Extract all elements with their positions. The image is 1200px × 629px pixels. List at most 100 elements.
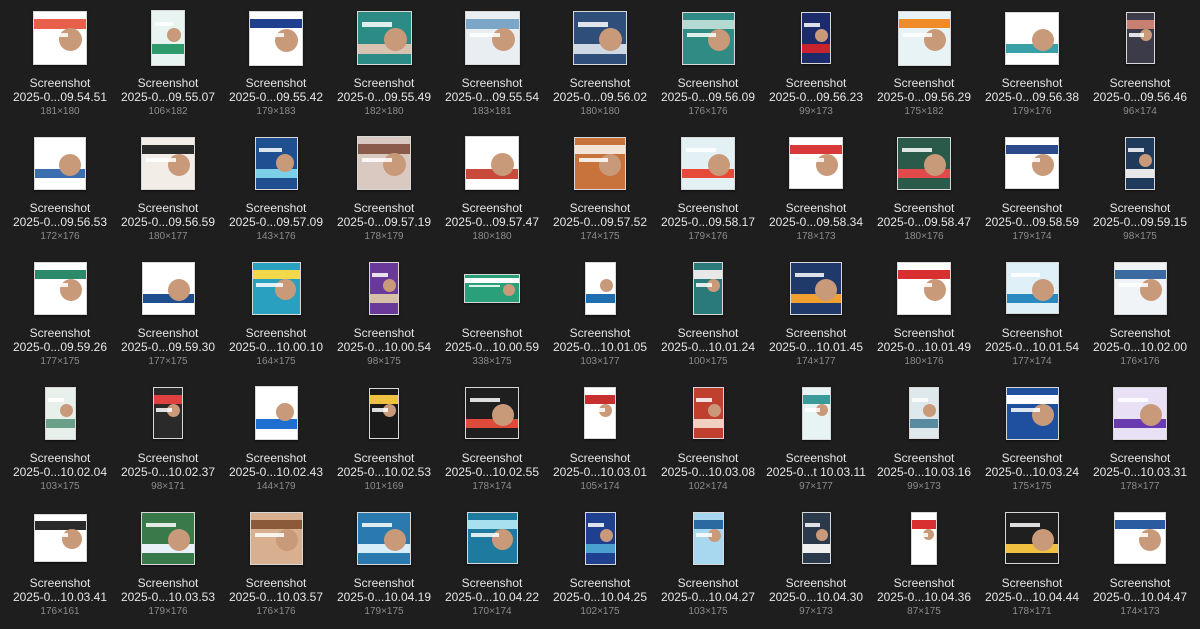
file-item[interactable]: Screenshot 2025-0...10.03.16 99×173 [870,379,978,504]
file-item[interactable]: Screenshot 2025-0...10.02.55 178×174 [438,379,546,504]
image-thumbnail[interactable] [681,11,735,65]
file-item[interactable]: Screenshot 2025-0...09.57.09 143×176 [222,129,330,254]
file-item[interactable]: Screenshot 2025-0...09.58.34 178×173 [762,129,870,254]
file-item[interactable]: Screenshot 2025-0...09.57.52 174×175 [546,129,654,254]
file-item[interactable]: Screenshot 2025-0...10.02.43 144×179 [222,379,330,504]
image-thumbnail[interactable] [369,387,399,439]
image-thumbnail[interactable] [801,386,831,440]
image-thumbnail[interactable] [574,136,626,190]
file-item[interactable]: Screenshot 2025-0...10.01.05 103×177 [546,254,654,379]
file-item[interactable]: Screenshot 2025-0...09.56.09 176×176 [654,4,762,129]
file-item[interactable]: Screenshot 2025-0...10.03.53 179×176 [114,504,222,629]
image-thumbnail[interactable] [464,11,520,65]
file-item[interactable]: Screenshot 2025-0...09.56.53 172×176 [6,129,114,254]
image-thumbnail[interactable] [1113,261,1167,315]
image-thumbnail[interactable] [465,136,519,190]
file-item[interactable]: Screenshot 2025-0...10.02.53 101×169 [330,379,438,504]
file-item[interactable]: Screenshot 2025-0...09.56.46 96×174 [1086,4,1194,129]
image-thumbnail[interactable] [897,261,951,315]
file-item[interactable]: Screenshot 2025-0...09.55.07 106×182 [114,4,222,129]
image-thumbnail[interactable] [33,11,87,65]
image-thumbnail[interactable] [254,386,298,440]
image-thumbnail[interactable] [801,12,831,64]
image-thumbnail[interactable] [1005,512,1059,564]
file-item[interactable]: Screenshot 2025-0...10.04.44 178×171 [978,504,1086,629]
file-item[interactable]: Screenshot 2025-0...09.56.59 180×177 [114,129,222,254]
file-item[interactable]: Screenshot 2025-0...09.55.42 179×183 [222,4,330,129]
image-thumbnail[interactable] [357,136,411,190]
file-item[interactable]: Screenshot 2025-0...09.57.47 180×180 [438,129,546,254]
image-thumbnail[interactable] [251,261,301,315]
image-thumbnail[interactable] [34,136,86,190]
image-thumbnail[interactable] [790,261,842,315]
file-item[interactable]: Screenshot 2025-0...09.57.19 178×179 [330,129,438,254]
file-item[interactable]: Screenshot 2025-0...10.04.36 87×175 [870,504,978,629]
file-item[interactable]: Screenshot 2025-0...10.04.22 170×174 [438,504,546,629]
file-item[interactable]: Screenshot 2025-0...10.01.54 177×174 [978,254,1086,379]
image-thumbnail[interactable] [1005,11,1059,65]
image-thumbnail[interactable] [1125,136,1155,190]
image-thumbnail[interactable] [357,511,411,565]
image-thumbnail[interactable] [141,136,195,190]
file-item[interactable]: Screenshot 2025-0...10.04.19 179×175 [330,504,438,629]
file-item[interactable]: Screenshot 2025-0...10.01.45 174×177 [762,254,870,379]
file-item[interactable]: Screenshot 2025-0...09.59.30 177×175 [114,254,222,379]
file-item[interactable]: Screenshot 2025-0...09.58.59 179×174 [978,129,1086,254]
file-item[interactable]: Screenshot 2025-0...09.56.23 99×173 [762,4,870,129]
image-thumbnail[interactable] [33,261,87,315]
file-item[interactable]: Screenshot 2025-0...10.02.04 103×175 [6,379,114,504]
file-item[interactable]: Screenshot 2025-0...09.56.02 180×180 [546,4,654,129]
image-thumbnail[interactable] [584,261,616,315]
file-item[interactable]: Screenshot 2025-0...10.00.54 98×175 [330,254,438,379]
file-item[interactable]: Screenshot 2025-0...10.02.37 98×171 [114,379,222,504]
file-item[interactable]: Screenshot 2025-0...10.03.24 175×175 [978,379,1086,504]
image-thumbnail[interactable] [573,11,627,65]
file-item[interactable]: Screenshot 2025-0...09.55.54 183×181 [438,4,546,129]
file-item[interactable]: Screenshot 2025-0...10.04.30 97×173 [762,504,870,629]
image-thumbnail[interactable] [141,511,195,565]
image-thumbnail[interactable] [692,511,724,565]
file-item[interactable]: Screenshot 2025-0...10.04.27 103×175 [654,504,762,629]
image-thumbnail[interactable] [44,386,76,440]
file-item[interactable]: Screenshot 2025-0...10.02.00 176×176 [1086,254,1194,379]
file-item[interactable]: Screenshot 2025-0...10.03.41 176×161 [6,504,114,629]
file-item[interactable]: Screenshot 2025-0...10.00.10 164×175 [222,254,330,379]
file-item[interactable]: Screenshot 2025-0...09.59.15 98×175 [1086,129,1194,254]
file-item[interactable]: Screenshot 2025-0...10.00.59 338×175 [438,254,546,379]
image-thumbnail[interactable] [1005,386,1059,440]
file-item[interactable]: Screenshot 2025-0...10.03.01 105×174 [546,379,654,504]
image-thumbnail[interactable] [464,273,520,303]
image-thumbnail[interactable] [249,10,303,66]
image-thumbnail[interactable] [681,136,735,190]
image-thumbnail[interactable] [1005,262,1059,314]
file-item[interactable]: Screenshot 2025-0...09.56.29 175×182 [870,4,978,129]
image-thumbnail[interactable] [356,11,412,65]
image-thumbnail[interactable] [584,387,616,439]
file-item[interactable]: Screenshot 2025-0...09.54.51 181×180 [6,4,114,129]
image-thumbnail[interactable] [254,136,298,190]
image-thumbnail[interactable] [1005,137,1059,189]
image-thumbnail[interactable] [466,512,518,564]
image-thumbnail[interactable] [465,387,519,439]
image-thumbnail[interactable] [1113,386,1167,440]
image-thumbnail[interactable] [369,261,399,315]
file-item[interactable]: Screenshot 2025-0...10.04.47 174×173 [1086,504,1194,629]
image-thumbnail[interactable] [909,387,939,439]
image-thumbnail[interactable] [692,387,724,439]
image-thumbnail[interactable] [897,136,951,190]
file-item[interactable]: Screenshot 2025-0...10.03.31 178×177 [1086,379,1194,504]
image-thumbnail[interactable] [897,10,951,66]
file-item[interactable]: Screenshot 2025-0...09.56.38 179×176 [978,4,1086,129]
image-thumbnail[interactable] [801,512,831,564]
file-item[interactable]: Screenshot 2025-0...10.03.57 176×176 [222,504,330,629]
image-thumbnail[interactable] [151,10,185,66]
file-item[interactable]: Screenshot 2025-0...09.59.26 177×175 [6,254,114,379]
image-thumbnail[interactable] [141,261,195,315]
file-item[interactable]: Screenshot 2025-0...10.03.08 102×174 [654,379,762,504]
image-thumbnail[interactable] [911,511,937,565]
image-thumbnail[interactable] [693,261,723,315]
image-thumbnail[interactable] [1125,12,1155,64]
file-item[interactable]: Screenshot 2025-0...10.01.24 100×175 [654,254,762,379]
image-thumbnail[interactable] [584,511,616,565]
image-thumbnail[interactable] [33,514,87,562]
